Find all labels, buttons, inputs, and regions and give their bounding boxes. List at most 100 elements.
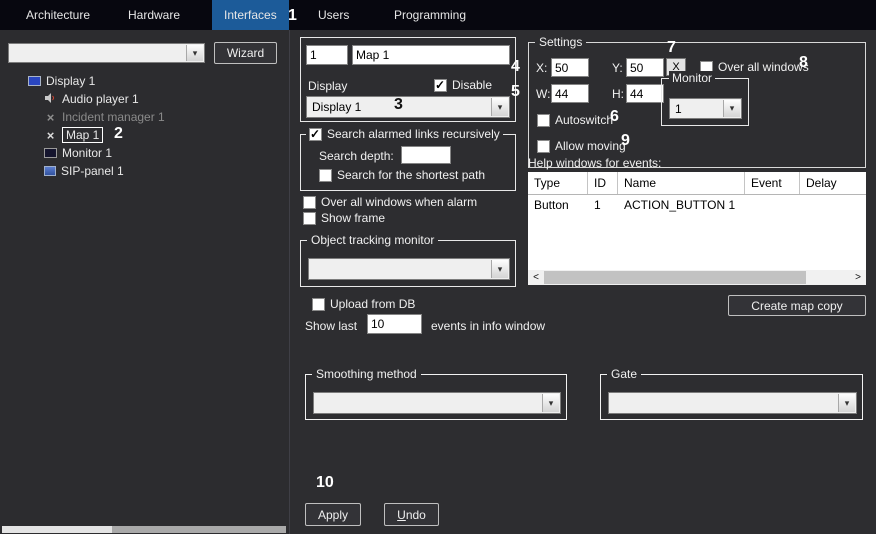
tab-interfaces[interactable]: Interfaces (212, 0, 289, 30)
map-name-field[interactable] (352, 45, 510, 65)
tracking-monitor-combo[interactable]: ▾ (308, 258, 510, 280)
display-combo[interactable]: Display 1 ▾ (306, 96, 510, 118)
object-filter-combo[interactable]: ▾ (8, 43, 205, 63)
chevron-down-icon: ▾ (723, 100, 740, 117)
search-depth-field[interactable] (401, 146, 451, 164)
upload-from-db-checkbox[interactable]: Upload from DB (312, 297, 415, 311)
group-title: Object tracking monitor (307, 233, 438, 247)
checkbox-box[interactable] (303, 212, 316, 225)
checkbox-box[interactable] (319, 169, 332, 182)
tree-item-label: Display 1 (46, 74, 95, 88)
checkbox-label: Over all windows when alarm (321, 195, 477, 209)
tree-item-incident-manager[interactable]: × Incident manager 1 (4, 108, 286, 126)
tab-architecture[interactable]: Architecture (14, 0, 102, 30)
undo-button[interactable]: Undo (384, 503, 439, 526)
chevron-down-icon: ▾ (491, 260, 508, 278)
cell-name: ACTION_BUTTON 1 (618, 195, 745, 215)
chevron-down-icon: ▾ (542, 394, 559, 412)
tab-hardware[interactable]: Hardware (116, 0, 192, 30)
tab-programming[interactable]: Programming (382, 0, 478, 30)
annotation-10: 10 (316, 474, 334, 492)
tree-item-sip-panel[interactable]: SIP-panel 1 (4, 162, 286, 180)
tree-item-label: Incident manager 1 (62, 110, 165, 124)
over-all-windows-checkbox[interactable]: Over all windows (700, 60, 809, 74)
checkbox-box[interactable] (434, 79, 447, 92)
checkbox-label: Disable (452, 78, 492, 92)
annotation-2: 2 (114, 125, 123, 143)
tree-item-audio-player[interactable]: Audio player 1 (4, 90, 286, 108)
undo-button-label: Undo (397, 508, 426, 522)
smoothing-method-group: Smoothing method ▾ (305, 374, 567, 420)
autoswitch-checkbox[interactable]: Autoswitch (537, 113, 613, 127)
tab-users[interactable]: Users (306, 0, 361, 30)
show-last-field[interactable] (367, 314, 422, 334)
column-header-delay[interactable]: Delay (800, 172, 866, 194)
table-horizontal-scrollbar[interactable]: < > (528, 270, 866, 285)
gate-combo[interactable]: ▾ (608, 392, 857, 414)
wizard-button[interactable]: Wizard (214, 42, 277, 64)
x-icon: × (44, 129, 57, 142)
y-field[interactable] (626, 58, 664, 77)
scroll-left-icon[interactable]: < (528, 270, 544, 285)
annotation-6: 6 (610, 108, 619, 126)
apply-button[interactable]: Apply (305, 503, 361, 526)
annotation-3: 3 (394, 96, 403, 114)
checkbox-box[interactable] (312, 298, 325, 311)
column-header-name[interactable]: Name (618, 172, 745, 194)
chevron-down-icon: ▾ (186, 45, 203, 61)
checkbox-box[interactable] (537, 140, 550, 153)
display-label: Display (308, 79, 347, 94)
tree-item-monitor[interactable]: Monitor 1 (4, 144, 286, 162)
tree-item-display[interactable]: Display 1 (4, 72, 286, 90)
left-panel: ▾ Wizard Display 1 Audio player 1 × Inci… (0, 30, 290, 534)
column-header-type[interactable]: Type (528, 172, 588, 194)
monitor-combo[interactable]: 1 ▾ (669, 98, 742, 119)
table-row[interactable]: Button 1 ACTION_BUTTON 1 (528, 195, 866, 215)
map-id-field[interactable] (306, 45, 348, 65)
w-field[interactable] (551, 84, 589, 103)
x-field[interactable] (551, 58, 589, 77)
show-frame-checkbox[interactable]: Show frame (303, 211, 385, 225)
tree-item-label: Map 1 (62, 127, 103, 143)
checkbox-label: Upload from DB (330, 297, 415, 311)
x-icon: × (44, 111, 57, 124)
scrollbar-thumb[interactable] (2, 526, 112, 533)
checkbox-label: Allow moving (555, 139, 626, 153)
column-header-event[interactable]: Event (745, 172, 800, 194)
scroll-right-icon[interactable]: > (850, 270, 866, 285)
search-recursive-checkbox[interactable]: Search alarmed links recursively (306, 127, 503, 141)
w-label: W: (536, 87, 550, 102)
events-table: Type ID Name Event Delay Button 1 ACTION… (528, 172, 866, 285)
checkbox-box[interactable] (303, 196, 316, 209)
h-field[interactable] (626, 84, 664, 103)
annotation-4: 4 (511, 58, 520, 76)
checkbox-box[interactable] (309, 128, 322, 141)
over-all-windows-alarm-checkbox[interactable]: Over all windows when alarm (303, 195, 477, 209)
events-info-label: events in info window (431, 319, 545, 334)
monitor-icon (44, 148, 57, 158)
smoothing-method-combo[interactable]: ▾ (313, 392, 561, 414)
shortest-path-checkbox[interactable]: Search for the shortest path (319, 168, 485, 182)
tree-item-map[interactable]: × Map 1 (4, 126, 286, 144)
cell-id: 1 (588, 195, 618, 215)
disable-checkbox[interactable]: Disable (434, 78, 492, 92)
group-title: Gate (607, 367, 641, 381)
column-header-id[interactable]: ID (588, 172, 618, 194)
checkbox-label: Show frame (321, 211, 385, 225)
create-map-copy-button[interactable]: Create map copy (728, 295, 866, 316)
x-label: X: (536, 61, 547, 76)
cell-type: Button (528, 195, 588, 215)
group-title: Smoothing method (312, 367, 421, 381)
tree-item-label: Monitor 1 (62, 146, 112, 160)
chevron-down-icon: ▾ (491, 98, 508, 116)
tree-horizontal-scrollbar[interactable] (2, 526, 286, 533)
chevron-down-icon: ▾ (838, 394, 855, 412)
checkbox-box[interactable] (537, 114, 550, 127)
scrollbar-thumb[interactable] (544, 271, 806, 284)
cell-event (745, 195, 800, 215)
group-title: Monitor (669, 71, 715, 85)
allow-moving-checkbox[interactable]: Allow moving (537, 139, 626, 153)
monitor-group: Monitor 1 ▾ (661, 78, 749, 126)
object-tracking-group: Object tracking monitor ▾ (300, 240, 516, 287)
group-title: Settings (535, 35, 586, 49)
